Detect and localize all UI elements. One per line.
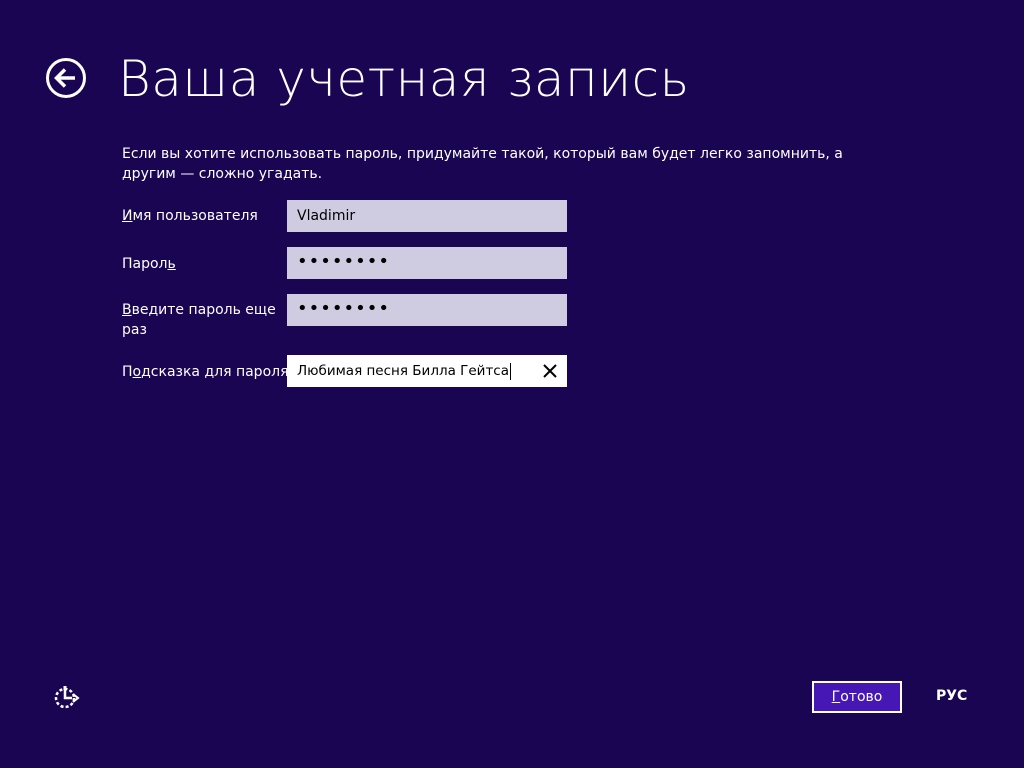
password-confirm-field[interactable]: •••••••• — [287, 294, 567, 326]
password-field[interactable]: •••••••• — [287, 247, 567, 279]
language-indicator[interactable]: РУС — [936, 686, 967, 706]
ease-of-access-icon[interactable] — [52, 684, 80, 712]
description-text: Если вы хотите использовать пароль, прид… — [122, 146, 843, 182]
password-confirm-label: Введите пароль еще раз — [122, 302, 276, 338]
hint-field[interactable]: Любимая песня Билла Гейтса — [287, 355, 567, 387]
password-label: Пароль — [122, 256, 176, 272]
username-label: Имя пользователя — [122, 208, 258, 224]
close-icon[interactable] — [539, 360, 561, 382]
username-field[interactable]: Vladimir — [287, 200, 567, 232]
hint-label: Подсказка для пароля — [122, 364, 289, 380]
hint-value: Любимая песня Билла Гейтса — [297, 363, 510, 379]
text-caret — [510, 362, 512, 380]
page-title: Ваша учетная запись — [118, 50, 690, 108]
done-button[interactable]: Готово — [812, 681, 902, 713]
back-arrow-icon[interactable] — [45, 57, 87, 99]
account-setup-page: Ваша учетная запись Если вы хотите испол… — [0, 0, 1024, 768]
